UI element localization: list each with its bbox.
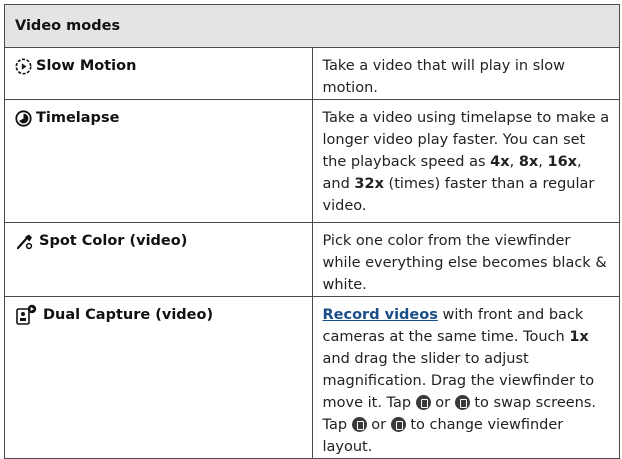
mode-name: Timelapse <box>36 110 120 126</box>
swap-screens-alt-icon <box>454 394 470 410</box>
mode-description: Pick one color from the viewfinder while… <box>322 233 607 293</box>
mode-cell: Spot Color (video) <box>4 222 313 297</box>
table-row: Spot Color (video) Pick one color from t… <box>4 222 620 297</box>
speed-option: 16x <box>547 154 578 170</box>
layout-alt-icon <box>390 416 406 432</box>
speed-option: 32x <box>354 176 384 192</box>
mode-name: Dual Capture (video) <box>5 297 312 326</box>
description-cell: Take a video that will play in slow moti… <box>311 47 620 100</box>
speed-option: 8x <box>518 154 539 170</box>
spot-color-icon <box>15 233 35 250</box>
speed-option: 4x <box>490 154 510 170</box>
mode-name: Spot Color (video) <box>5 223 312 252</box>
table-row: Timelapse Take a video using timelapse t… <box>4 99 620 223</box>
dual-capture-icon <box>15 304 39 326</box>
mode-description: Take a video that will play in slow moti… <box>322 58 566 96</box>
table-row: Dual Capture (video) Record videos with … <box>4 296 620 459</box>
table-header-row: Video modes <box>4 4 620 48</box>
video-modes-table: Video modes Slow Motion Take a video tha… <box>4 4 620 459</box>
table-row: Slow Motion Take a video that will play … <box>4 47 620 100</box>
table-header-cell: Video modes <box>4 4 620 48</box>
mode-description: Take a video using timelapse to make a l… <box>322 110 610 214</box>
mode-cell: Slow Motion <box>4 47 313 100</box>
slow-motion-icon <box>15 58 32 75</box>
zoom-1x-label: 1x <box>569 329 589 345</box>
description-cell: Take a video using timelapse to make a l… <box>311 99 620 223</box>
mode-cell: Timelapse <box>4 99 313 223</box>
mode-name: Slow Motion <box>36 58 137 74</box>
layout-icon <box>351 416 367 432</box>
description-cell: Record videos with front and back camera… <box>311 296 620 459</box>
description-cell: Pick one color from the viewfinder while… <box>311 222 620 297</box>
record-videos-link[interactable]: Record videos <box>323 307 438 323</box>
table-header: Video modes <box>15 18 121 34</box>
timelapse-icon <box>15 109 32 127</box>
mode-cell: Dual Capture (video) <box>4 296 313 459</box>
swap-screens-icon <box>415 394 431 410</box>
mode-description: Record videos with front and back camera… <box>322 307 597 455</box>
